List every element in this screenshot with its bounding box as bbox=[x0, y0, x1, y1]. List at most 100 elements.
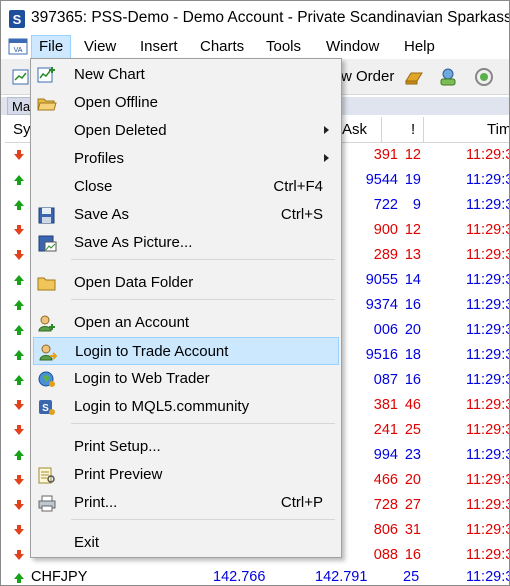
menu-item-shortcut: Ctrl+P bbox=[280, 494, 323, 511]
col-ask[interactable]: Ask bbox=[342, 121, 367, 138]
col-spread[interactable]: ! bbox=[411, 121, 415, 138]
menu-item-open-account[interactable]: Open an Account bbox=[33, 309, 339, 337]
menu-item-label: Login to Trade Account bbox=[75, 343, 229, 360]
menu-item-close[interactable]: Close Ctrl+F4 bbox=[33, 173, 339, 201]
menu-help[interactable]: Help bbox=[397, 35, 442, 59]
row-spread: 27 bbox=[404, 497, 421, 513]
svg-text:S: S bbox=[42, 403, 49, 414]
menu-item-open-deleted[interactable]: Open Deleted bbox=[33, 117, 339, 145]
row-time: 11:29:3 bbox=[466, 347, 510, 363]
row-spread: 13 bbox=[404, 247, 421, 263]
new-chart-toolbar-icon[interactable] bbox=[11, 67, 31, 87]
down-arrow-icon bbox=[14, 150, 24, 160]
row-spread: 16 bbox=[404, 547, 421, 563]
up-arrow-icon bbox=[14, 275, 24, 285]
menu-item-open-offline[interactable]: Open Offline bbox=[33, 89, 339, 117]
row-spread: 20 bbox=[404, 472, 421, 488]
login-user-icon bbox=[39, 344, 58, 361]
down-arrow-icon bbox=[14, 250, 24, 260]
menu-item-label: New Chart bbox=[74, 66, 145, 83]
row-time: 11:29:3 bbox=[466, 422, 510, 438]
print-preview-icon bbox=[38, 467, 55, 484]
menu-separator bbox=[71, 519, 335, 520]
row-ask: 006 bbox=[373, 322, 398, 338]
menu-window[interactable]: Window bbox=[319, 35, 386, 59]
gold-bar-icon[interactable] bbox=[403, 67, 425, 87]
row-ask: 241 bbox=[373, 422, 398, 438]
submenu-arrow-icon bbox=[324, 154, 329, 162]
up-arrow-icon bbox=[14, 350, 24, 360]
row-time: 11:29:3 bbox=[466, 372, 510, 388]
menu-item-profiles[interactable]: Profiles bbox=[33, 145, 339, 173]
new-order-button[interactable]: w Order bbox=[341, 68, 394, 85]
menu-view[interactable]: View bbox=[77, 35, 123, 59]
menu-item-label: Close bbox=[74, 178, 113, 195]
menu-file[interactable]: File bbox=[31, 35, 72, 59]
file-menu: New Chart Open Offline Open Deleted Profile… bbox=[30, 58, 342, 558]
up-arrow-icon bbox=[14, 175, 24, 185]
row-spread: 23 bbox=[404, 447, 421, 463]
menu-insert[interactable]: Insert bbox=[133, 35, 185, 59]
menu-item-label: Open an Account bbox=[74, 314, 190, 331]
menu-item-new-chart[interactable]: New Chart bbox=[33, 61, 339, 89]
menu-item-exit[interactable]: Exit bbox=[33, 529, 339, 557]
row-ask: 381 bbox=[373, 397, 398, 413]
window-title: 397365: PSS-Demo - Demo Account - Privat… bbox=[31, 9, 510, 26]
row-time: 11:29:3 bbox=[466, 397, 510, 413]
row-ask: 9374 bbox=[365, 297, 398, 313]
signals-icon[interactable] bbox=[473, 67, 495, 87]
row-time: 11:29:3 bbox=[466, 447, 510, 463]
row-spread: 25 bbox=[404, 422, 421, 438]
row-spread: 46 bbox=[404, 397, 421, 413]
up-arrow-icon bbox=[14, 573, 24, 583]
row-ask: 9055 bbox=[365, 272, 398, 288]
row-symbol: CHFJPY bbox=[31, 569, 88, 585]
row-time: 11:29:3 bbox=[466, 222, 510, 238]
row-ask: 088 bbox=[373, 547, 398, 563]
mql5-icon: S bbox=[39, 400, 55, 415]
menu-item-label: Open Deleted bbox=[74, 122, 167, 139]
down-arrow-icon bbox=[14, 425, 24, 435]
up-arrow-icon bbox=[14, 300, 24, 310]
menu-item-label: Profiles bbox=[74, 150, 125, 167]
row-ask: 994 bbox=[373, 447, 398, 463]
row-spread: 31 bbox=[404, 522, 421, 538]
down-arrow-icon bbox=[14, 475, 24, 485]
row-ask: 722 bbox=[373, 197, 398, 213]
row-ask: 9544 bbox=[365, 172, 398, 188]
col-time[interactable]: Tim bbox=[487, 121, 509, 138]
chart-window-icon[interactable]: VA bbox=[8, 38, 28, 56]
printer-icon bbox=[38, 495, 56, 512]
menu-item-open-data-folder[interactable]: Open Data Folder bbox=[33, 269, 339, 297]
menu-item-label: Print Preview bbox=[74, 466, 163, 483]
col-symbol[interactable]: Sy bbox=[13, 121, 31, 138]
app-logo-icon: S bbox=[9, 10, 25, 28]
menu-item-login-trade-account[interactable]: Login to Trade Account bbox=[33, 337, 339, 365]
down-arrow-icon bbox=[14, 500, 24, 510]
menu-item-save-as-picture[interactable]: Save As Picture... bbox=[33, 229, 339, 257]
menu-separator bbox=[71, 259, 335, 260]
title-bar: S 397365: PSS-Demo - Demo Account - Priv… bbox=[1, 1, 510, 35]
menu-item-login-web-trader[interactable]: Login to Web Trader bbox=[33, 365, 339, 393]
menu-item-login-mql5[interactable]: S Login to MQL5.community bbox=[33, 393, 339, 421]
open-folder-icon bbox=[37, 98, 57, 111]
experts-icon[interactable] bbox=[437, 67, 459, 87]
row-ask: 391 bbox=[373, 147, 398, 163]
menu-item-print-preview[interactable]: Print Preview bbox=[33, 461, 339, 489]
svg-text:VA: VA bbox=[14, 47, 23, 54]
row-ask: 142.791 bbox=[315, 569, 368, 585]
down-arrow-icon bbox=[14, 550, 24, 560]
up-arrow-icon bbox=[14, 375, 24, 385]
down-arrow-icon bbox=[14, 525, 24, 535]
menu-item-label: Open Data Folder bbox=[74, 274, 194, 291]
row-time: 11:29:3 bbox=[466, 272, 510, 288]
menu-item-save-as[interactable]: Save As Ctrl+S bbox=[33, 201, 339, 229]
table-row[interactable]: CHFJPY 142.766 142.791 25 11:29:3 bbox=[5, 567, 509, 585]
row-ask: 466 bbox=[373, 472, 398, 488]
menu-tools[interactable]: Tools bbox=[259, 35, 308, 59]
menu-item-print-setup[interactable]: Print Setup... bbox=[33, 433, 339, 461]
row-time: 11:29:3 bbox=[466, 472, 510, 488]
menu-charts[interactable]: Charts bbox=[193, 35, 251, 59]
terminal-window: S 397365: PSS-Demo - Demo Account - Priv… bbox=[0, 0, 510, 586]
menu-item-print[interactable]: Print... Ctrl+P bbox=[33, 489, 339, 517]
